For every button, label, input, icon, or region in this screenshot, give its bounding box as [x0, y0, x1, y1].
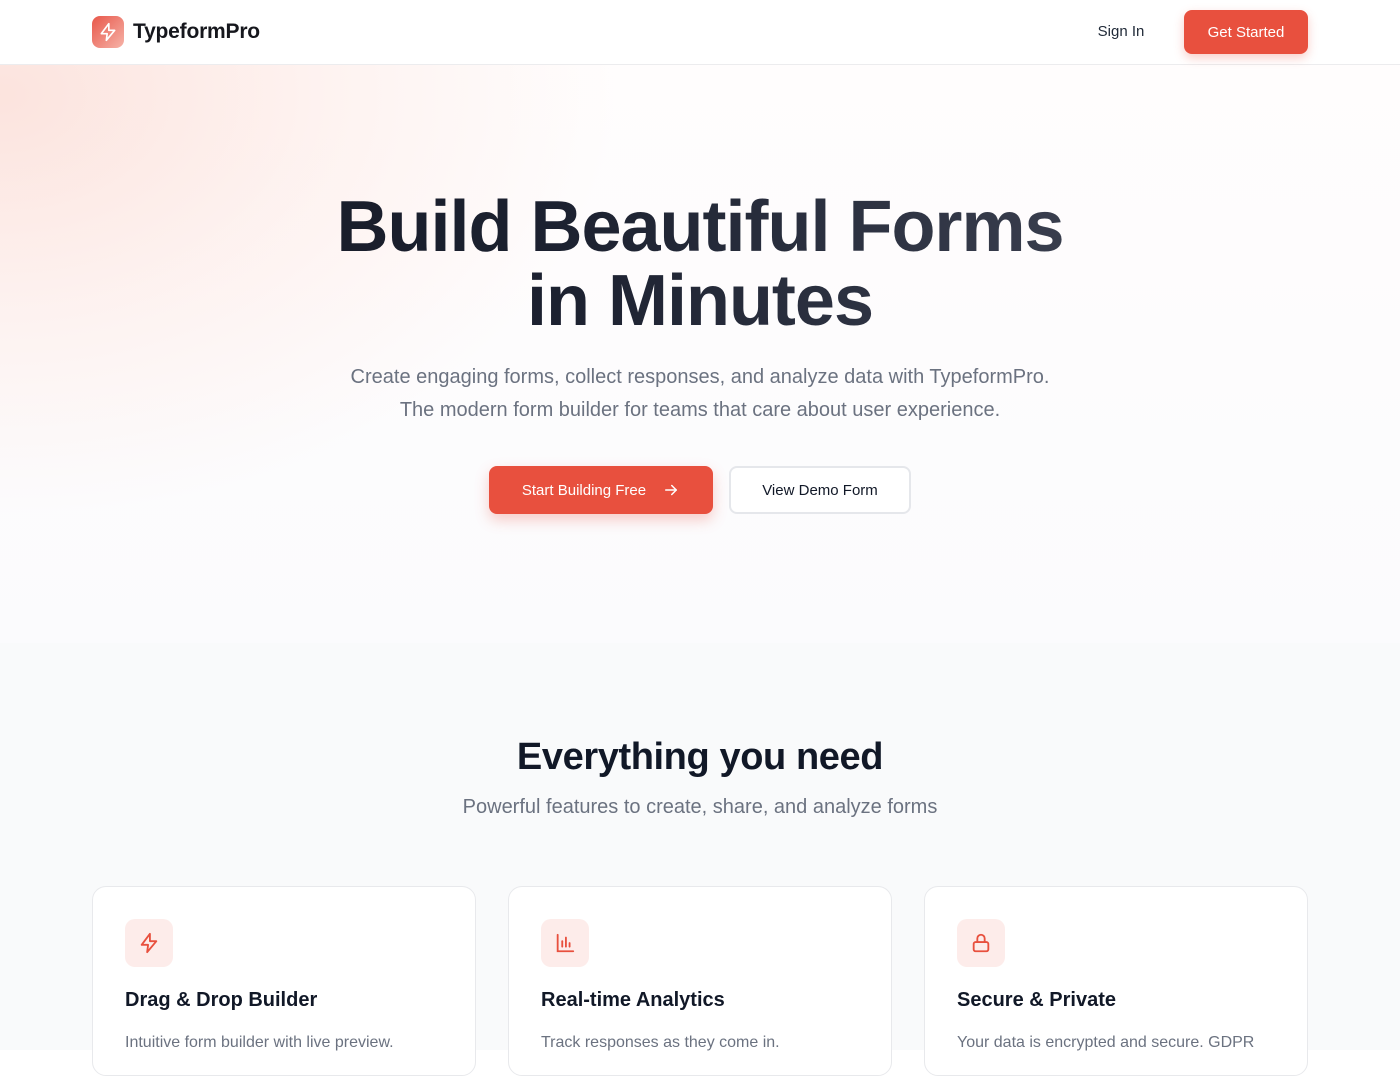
hero-subtitle-line-2: The modern form builder for teams that c…	[399, 399, 1001, 421]
hero-title: Build Beautiful Forms in Minutes	[0, 190, 1400, 338]
hero-title-line-2: in Minutes	[527, 261, 873, 341]
feature-card-drag-drop: Drag & Drop Builder Intuitive form build…	[92, 886, 476, 1076]
feature-card-analytics: Real-time Analytics Track responses as t…	[508, 886, 892, 1076]
brand[interactable]: TypeformPro	[92, 16, 260, 48]
lightning-bolt-icon	[92, 16, 124, 48]
hero-section	[0, 65, 1400, 643]
lightning-bolt-icon	[125, 919, 173, 967]
feature-card-title: Drag & Drop Builder	[125, 989, 318, 1011]
feature-card-title: Real-time Analytics	[541, 989, 725, 1011]
feature-card-title: Secure & Private	[957, 989, 1116, 1011]
bar-chart-icon	[541, 919, 589, 967]
feature-card-description: Track responses as they come in.	[541, 1034, 780, 1051]
features-title: Everything you need	[516, 736, 884, 778]
start-building-free-button[interactable]: Start Building Free	[489, 466, 713, 514]
hero-subtitle-line-1: Create engaging forms, collect responses…	[350, 366, 1050, 388]
feature-card-description: Your data is encrypted and secure. GDPR	[957, 1034, 1255, 1051]
get-started-button[interactable]: Get Started	[1184, 10, 1308, 54]
hero-subtitle: Create engaging forms, collect responses…	[0, 361, 1400, 427]
lock-icon	[957, 919, 1005, 967]
site-header: TypeformPro Sign In Get Started	[0, 0, 1400, 65]
sign-in-link[interactable]: Sign In	[1080, 18, 1162, 46]
brand-name: TypeformPro	[133, 20, 260, 43]
view-demo-form-button[interactable]: View Demo Form	[729, 466, 911, 514]
feature-card-security: Secure & Private Your data is encrypted …	[924, 886, 1308, 1076]
arrow-right-icon	[662, 481, 680, 499]
start-building-free-label: Start Building Free	[521, 481, 647, 499]
feature-card-description: Intuitive form builder with live preview…	[125, 1034, 394, 1051]
hero-title-line-1: Build Beautiful Forms	[336, 187, 1064, 267]
features-subtitle: Powerful features to create, share, and …	[462, 796, 938, 818]
